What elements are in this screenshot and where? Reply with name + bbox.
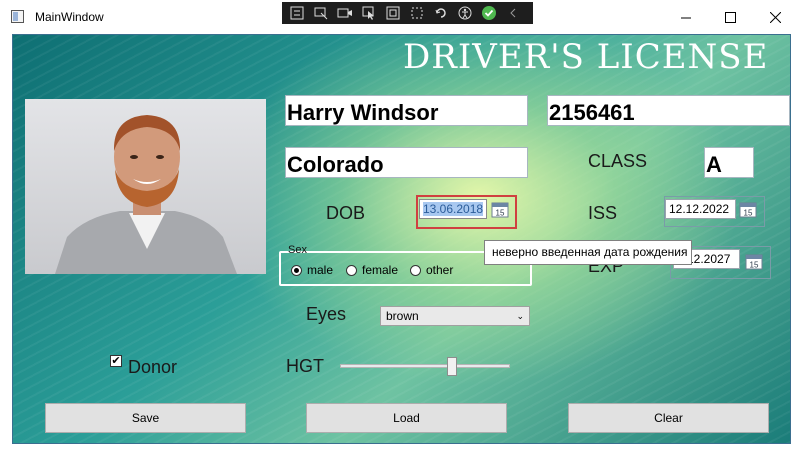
calendar-icon: 15 <box>491 202 509 218</box>
iss-date-input[interactable]: 12.12.2022 <box>665 199 736 219</box>
iss-label: ISS <box>588 203 618 223</box>
clear-button[interactable]: Clear <box>568 403 769 433</box>
debug-toolbar <box>282 2 533 24</box>
dob-calendar-button[interactable]: 15 <box>491 201 509 218</box>
radio-male-label: male <box>307 263 334 277</box>
svg-text:15: 15 <box>750 261 759 270</box>
track-focus-icon[interactable] <box>408 5 426 21</box>
radio-female[interactable]: female <box>346 263 398 277</box>
calendar-icon: 15 <box>739 202 757 218</box>
donor-label: Donor <box>128 357 178 377</box>
pointer-select-icon[interactable] <box>360 5 378 21</box>
maximize-button[interactable] <box>707 0 753 34</box>
page-title: DRIVER'S LICENSE <box>403 37 769 77</box>
radio-female-circle <box>346 264 357 276</box>
radio-other[interactable]: other <box>410 263 453 277</box>
hot-reload-icon[interactable] <box>432 5 450 21</box>
collapse-toolbar-icon[interactable] <box>504 5 522 21</box>
height-label: HGT <box>286 356 324 376</box>
select-element-icon[interactable] <box>312 5 330 21</box>
state-field[interactable]: Colorado <box>285 147 528 178</box>
chevron-down-icon: ⌄ <box>516 311 524 321</box>
radio-male[interactable]: male <box>291 263 333 277</box>
minimize-icon <box>680 17 691 18</box>
layout-adorner-icon[interactable] <box>384 5 402 21</box>
svg-text:15: 15 <box>744 209 753 218</box>
height-slider-track[interactable] <box>340 364 510 368</box>
dob-error-tooltip: неверно введенная дата рождения <box>484 240 692 265</box>
license-photo <box>25 99 266 274</box>
exp-value-text: 12.2027 <box>687 252 731 266</box>
calendar-icon: 15 <box>745 254 763 270</box>
license-number-field[interactable]: 2156461 <box>547 95 790 126</box>
radio-female-label: female <box>362 263 399 277</box>
class-label: CLASS <box>588 151 648 171</box>
sex-group-title: Sex <box>288 244 307 256</box>
maximize-icon <box>724 11 736 23</box>
height-slider-thumb[interactable] <box>447 357 457 376</box>
checkmark-icon[interactable] <box>480 5 498 21</box>
exp-calendar-button[interactable]: 15 <box>745 253 763 270</box>
donor-checkbox[interactable]: ✔ <box>110 355 122 367</box>
radio-other-label: other <box>426 263 454 277</box>
load-button[interactable]: Load <box>306 403 507 433</box>
eyes-dropdown[interactable]: brown ⌄ <box>380 306 530 326</box>
name-field[interactable]: Harry Windsor <box>285 95 528 126</box>
live-tree-icon[interactable] <box>288 5 306 21</box>
radio-male-circle <box>291 264 302 276</box>
license-form: DRIVER'S LICENSE Harry Windsor 2156461 C… <box>13 34 790 443</box>
window-title: MainWindow <box>35 10 104 24</box>
eyes-label: Eyes <box>306 304 347 324</box>
video-icon[interactable] <box>336 5 354 21</box>
app-icon <box>11 10 24 23</box>
dob-date-input[interactable]: 13.06.2018 <box>419 199 487 219</box>
dob-label: DOB <box>326 203 366 223</box>
title-bar: MainWindow <box>0 0 804 34</box>
eyes-dropdown-value: brown <box>386 309 419 323</box>
svg-text:15: 15 <box>496 209 505 218</box>
dob-value-text: 13.06.2018 <box>423 202 484 216</box>
class-field[interactable]: A <box>704 147 754 178</box>
minimize-button[interactable] <box>663 0 709 34</box>
radio-other-circle <box>410 264 421 276</box>
close-icon <box>769 11 781 23</box>
iss-calendar-button[interactable]: 15 <box>739 201 757 218</box>
save-button[interactable]: Save <box>45 403 246 433</box>
accessibility-icon[interactable] <box>456 5 474 21</box>
close-button[interactable] <box>752 0 798 34</box>
